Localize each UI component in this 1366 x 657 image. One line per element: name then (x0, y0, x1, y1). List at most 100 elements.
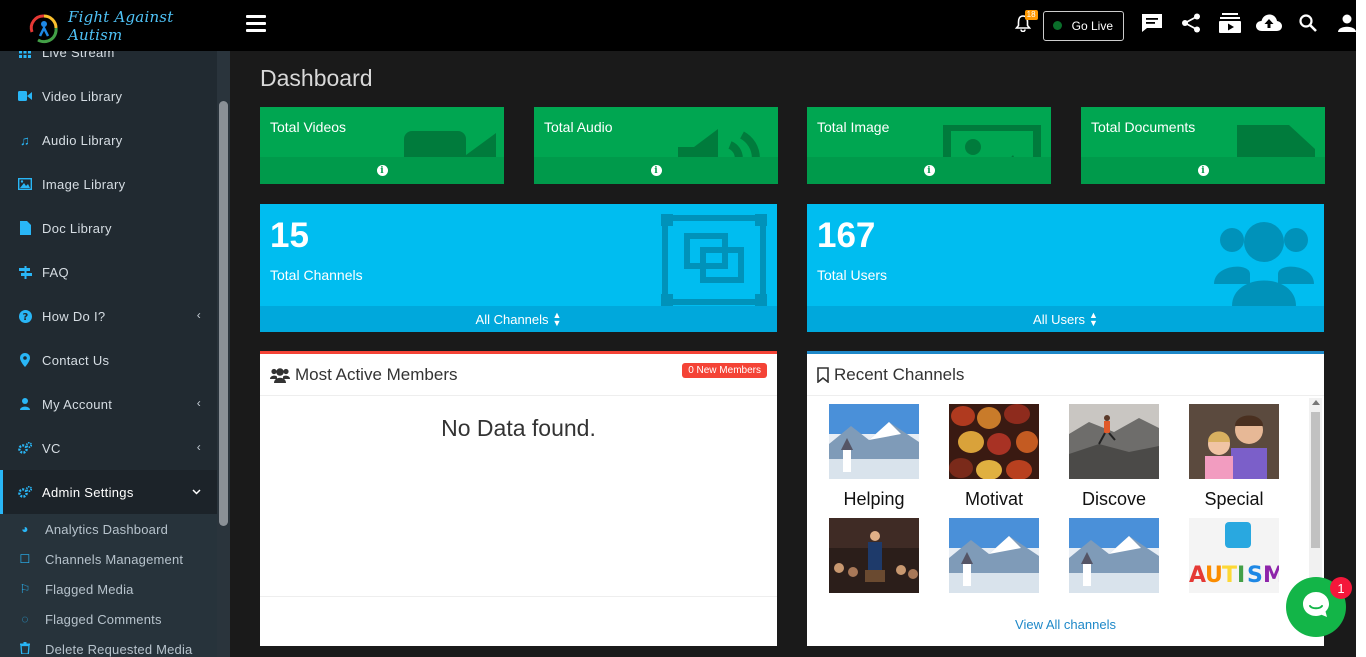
most-active-members-panel: Most Active Members 0 New Members No Dat… (260, 351, 777, 646)
submenu-item-label: Delete Requested Media (45, 641, 193, 657)
submenu-item-analytics-dashboard[interactable]: ◕ Analytics Dashboard (0, 514, 217, 544)
chevron-left-icon: ‹ (196, 440, 201, 454)
channel-thumbnail (1069, 404, 1159, 479)
scroll-up-arrow-icon[interactable] (1312, 400, 1320, 405)
all-users-label: All Users (1033, 311, 1086, 327)
submenu-item-delete-requested-media[interactable]: Delete Requested Media (0, 634, 217, 657)
sidebar-item-image-library[interactable]: Image Library (0, 162, 217, 206)
empty-state-text: No Data found. (441, 415, 596, 441)
sidebar-item-label: FAQ (42, 264, 69, 280)
svg-text:M: M (1263, 563, 1279, 588)
brand-logo-text: Fight Against Autism (68, 7, 174, 44)
stat-card-total-image[interactable]: Total Image i (807, 107, 1051, 184)
sidebar-item-admin-settings[interactable]: Admin Settings (0, 470, 217, 514)
sidebar-item-how-do-i[interactable]: ? How Do I? ‹ (0, 294, 217, 338)
scrollbar-thumb[interactable] (1311, 412, 1320, 548)
stat-card-footer[interactable]: i (260, 157, 504, 184)
channel-card[interactable]: AUTISM (1179, 518, 1289, 596)
sidebar-item-faq[interactable]: FAQ (0, 250, 217, 294)
panel-title: Recent Channels (834, 364, 965, 384)
stat-card-total-users[interactable]: 167 Total Users All Users ▲ ▼ (807, 204, 1324, 332)
submenu-item-channels-management[interactable]: ☐ Channels Management (0, 544, 217, 574)
channel-card[interactable]: Motivat (939, 404, 1049, 510)
playlist-button[interactable] (1210, 0, 1249, 51)
map-pin-icon (18, 353, 32, 367)
channel-name: Special (1204, 489, 1264, 509)
chevron-left-icon: ‹ (196, 396, 201, 410)
new-members-badge: 0 New Members (682, 363, 767, 378)
info-icon: i (650, 165, 662, 176)
sidebar-item-audio-library[interactable]: ♫ Audio Library (0, 118, 217, 162)
admin-settings-submenu: ◕ Analytics Dashboard ☐ Channels Managem… (0, 514, 217, 657)
channel-card[interactable] (939, 518, 1049, 596)
all-channels-link[interactable]: All Channels ▲ ▼ (260, 306, 777, 332)
channel-card[interactable]: Discove (1059, 404, 1169, 510)
sidebar-item-label: Doc Library (42, 220, 112, 236)
submenu-item-flagged-comments[interactable]: ◌ Flagged Comments (0, 604, 217, 634)
sidebar-item-doc-library[interactable]: Doc Library (0, 206, 217, 250)
sidebar-menu: Live Stream Video Library ♫ Audio Librar… (0, 30, 217, 657)
stat-card-total-documents[interactable]: Total Documents i (1081, 107, 1325, 184)
stat-card-total-channels[interactable]: 15 Total Channels All Channels ▲ ▼ (260, 204, 777, 332)
sidebar-item-contact-us[interactable]: Contact Us (0, 338, 217, 382)
sidebar-item-label: Contact Us (42, 352, 110, 368)
signpost-icon (18, 265, 32, 279)
users-icon (1214, 214, 1314, 311)
sidebar-scrollbar-thumb[interactable] (219, 101, 228, 526)
panel-header: Recent Channels (807, 354, 1324, 396)
channel-name: Helping (843, 489, 905, 509)
stat-card-label: Total Image (817, 119, 890, 135)
recent-channels-scrollbar[interactable] (1309, 398, 1322, 594)
cloud-upload-icon (1255, 14, 1282, 37)
stat-card-footer[interactable]: i (1081, 157, 1325, 184)
cogs-icon (18, 441, 32, 455)
all-users-link[interactable]: All Users ▲ ▼ (807, 306, 1324, 332)
top-actions: 18 Go Live (1004, 0, 1366, 51)
channel-card[interactable] (819, 518, 929, 596)
go-live-button[interactable]: Go Live (1042, 10, 1124, 41)
channel-card[interactable]: Special (1179, 404, 1289, 510)
comment-icon: ◌ (21, 612, 29, 626)
stat-card-footer[interactable]: i (534, 157, 778, 184)
go-live-label: Go Live (1071, 18, 1113, 33)
svg-text:S: S (1247, 563, 1263, 588)
svg-text:I: I (1237, 563, 1245, 588)
messages-button[interactable] (1132, 0, 1171, 51)
notifications-button[interactable]: 18 (1004, 0, 1043, 51)
notification-count-badge: 18 (1024, 10, 1038, 20)
submenu-item-flagged-media[interactable]: ⚐ Flagged Media (0, 574, 217, 604)
sidebar-item-video-library[interactable]: Video Library (0, 74, 217, 118)
user-icon (1337, 14, 1356, 37)
sidebar-item-label: My Account (42, 396, 113, 412)
stat-card-total-videos[interactable]: Total Videos i (260, 107, 504, 184)
sort-icon: ▲ ▼ (1089, 310, 1098, 328)
main-content: Dashboard Total Videos i Total Audio i T… (230, 51, 1366, 657)
stat-card-label: Total Audio (544, 119, 613, 135)
view-all-channels-link[interactable]: View All channels (807, 617, 1324, 632)
music-note-icon: ♫ (19, 132, 31, 148)
sidebar-item-my-account[interactable]: My Account ‹ (0, 382, 217, 426)
playlist-icon (1218, 13, 1241, 38)
stat-card-footer[interactable]: i (807, 157, 1051, 184)
submenu-item-label: Flagged Comments (45, 611, 162, 627)
sidebar-item-vc[interactable]: VC ‹ (0, 426, 217, 470)
info-icon: i (376, 165, 388, 176)
share-icon (1181, 13, 1201, 38)
channel-thumbnail (1069, 518, 1159, 593)
stat-label: Total Channels (270, 267, 363, 283)
recent-channels-list: Helping Motivat Discove Special A U T I … (807, 396, 1324, 596)
channel-card[interactable] (1059, 518, 1169, 596)
sidebar-scrollbar[interactable] (217, 51, 230, 657)
stat-value: 15 (270, 216, 309, 255)
upload-button[interactable] (1249, 0, 1288, 51)
sidebar-item-label: Video Library (42, 88, 123, 104)
panel-header: Most Active Members 0 New Members (260, 354, 777, 396)
hamburger-menu-icon[interactable] (246, 15, 266, 33)
users-icon (270, 367, 290, 383)
share-button[interactable] (1171, 0, 1210, 51)
channel-card[interactable]: Helping (819, 404, 929, 510)
brand-logo[interactable]: Fight Against Autism (0, 0, 230, 51)
stat-card-total-audio[interactable]: Total Audio i (534, 107, 778, 184)
search-button[interactable] (1288, 0, 1327, 51)
sidebar-item-label: VC (42, 440, 61, 456)
